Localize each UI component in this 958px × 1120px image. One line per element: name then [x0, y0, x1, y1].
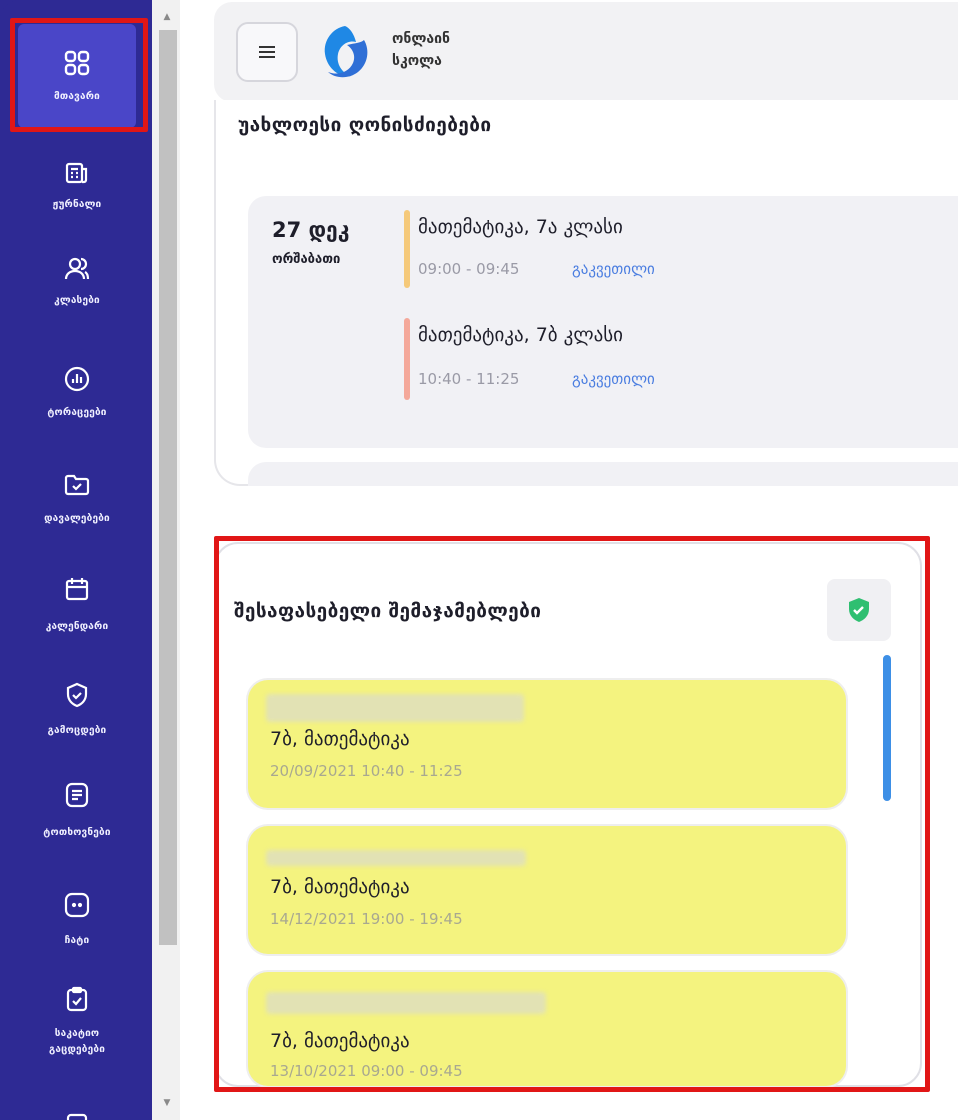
sidebar-item-requests[interactable]: ტოთხოვნები [18, 782, 136, 840]
app-window: მთავარი ჟურნალი კლასები ტორაცეები დავალე [0, 0, 958, 1120]
sidebar-item-label: გამოცდები [47, 725, 107, 736]
blurred-text [266, 694, 524, 722]
sidebar-item-more[interactable] [18, 1106, 136, 1120]
sidebar-item-label: დავალებები [44, 513, 110, 524]
sidebar-item-calendar[interactable]: კალენდარი [18, 576, 136, 634]
sidebar-item-assignments[interactable]: დავალებები [18, 472, 136, 526]
event-color-bar [404, 210, 410, 288]
sidebar: მთავარი ჟურნალი კლასები ტორაცეები დავალე [0, 0, 152, 1120]
brand-name: ონლაინ სკოლა [392, 28, 450, 72]
assessment-title: 7ბ, მათემატიკა [270, 1030, 410, 1052]
assessments-shield-button[interactable] [827, 579, 891, 641]
event-time: 10:40 - 11:25 [418, 370, 520, 388]
assessments-title: შესაფასებელი შემაჯამებლები [234, 600, 542, 622]
scroll-up-arrow-icon[interactable]: ▲ [160, 10, 174, 24]
upcoming-events-title: უახლოესი ღონისძიებები [238, 114, 492, 136]
assessments-scrollbar[interactable] [883, 655, 891, 801]
sidebar-item-label: ტოთხოვნები [43, 827, 111, 838]
assessment-time: 20/09/2021 10:40 - 11:25 [270, 762, 463, 780]
sidebar-item-classes[interactable]: კლასები [18, 256, 136, 308]
event-lesson-link[interactable]: გაკვეთილი [572, 260, 655, 278]
sidebar-item-reports[interactable]: ტორაცეები [18, 366, 136, 420]
sidebar-item-label: კალენდარი [45, 621, 109, 632]
blurred-text [266, 992, 546, 1014]
sidebar-item-label: საკატიო გაცდებები [49, 1026, 105, 1058]
sidebar-item-chat[interactable]: ჩატი [18, 892, 136, 948]
brand-line1: ონლაინ [392, 31, 450, 47]
more-icon [64, 1106, 90, 1120]
shield-check-icon [64, 682, 90, 708]
assessment-time: 13/10/2021 09:00 - 09:45 [270, 1062, 463, 1080]
sidebar-item-label: ტორაცეები [47, 407, 107, 418]
event-lesson-link[interactable]: გაკვეთილი [572, 370, 655, 388]
assessment-title: 7ბ, მათემატიკა [270, 728, 410, 750]
calendar-icon [64, 576, 90, 602]
hamburger-icon [259, 46, 275, 58]
brand-line2: სკოლა [392, 53, 442, 69]
sidebar-item-home[interactable]: მთავარი [18, 24, 136, 128]
school-logo-icon [312, 22, 378, 88]
shield-check-icon [849, 598, 869, 622]
sidebar-item-label: ჩატი [64, 935, 90, 946]
sidebar-item-journal[interactable]: ჟურნალი [18, 160, 136, 212]
event-title[interactable]: მათემატიკა, 7ბ კლასი [418, 324, 623, 346]
dashboard-grid-icon [64, 50, 90, 76]
sidebar-scrollbar-thumb[interactable] [159, 30, 177, 945]
blurred-text [266, 850, 526, 866]
assessment-time: 14/12/2021 19:00 - 19:45 [270, 910, 463, 928]
assessment-title: 7ბ, მათემატიკა [270, 876, 410, 898]
event-time: 09:00 - 09:45 [418, 260, 520, 278]
chart-icon [64, 366, 90, 392]
document-icon [64, 782, 90, 808]
folder-check-icon [64, 472, 90, 498]
sidebar-item-label-line2: გაცდებები [48, 1044, 106, 1055]
clipboard-check-icon [64, 986, 90, 1012]
assessment-item[interactable]: 7ბ, მათემატიკა 14/12/2021 19:00 - 19:45 [248, 826, 846, 954]
sidebar-item-exams[interactable]: გამოცდები [18, 682, 136, 738]
event-weekday: ორშაბათი [272, 252, 341, 267]
users-icon [64, 256, 90, 282]
sidebar-item-label: კლასები [54, 295, 100, 306]
events-day-group-next [248, 462, 958, 486]
event-date: 27 დეკ [272, 218, 350, 242]
event-color-bar [404, 318, 410, 400]
sidebar-item-label-line1: საკატიო [54, 1028, 100, 1039]
journal-icon [64, 160, 90, 186]
chat-icon [64, 892, 90, 918]
sidebar-item-label: მთავარი [54, 91, 100, 102]
event-title[interactable]: მათემატიკა, 7ა კლასი [418, 216, 623, 238]
menu-button[interactable] [236, 22, 298, 82]
sidebar-item-holidays[interactable]: საკატიო გაცდებები [18, 986, 136, 1058]
sidebar-item-label: ჟურნალი [52, 199, 102, 210]
assessment-item[interactable]: 7ბ, მათემატიკა 20/09/2021 10:40 - 11:25 [248, 680, 846, 808]
assessment-item[interactable]: 7ბ, მათემატიკა 13/10/2021 09:00 - 09:45 [248, 972, 846, 1086]
scroll-down-arrow-icon[interactable]: ▼ [160, 1096, 174, 1110]
